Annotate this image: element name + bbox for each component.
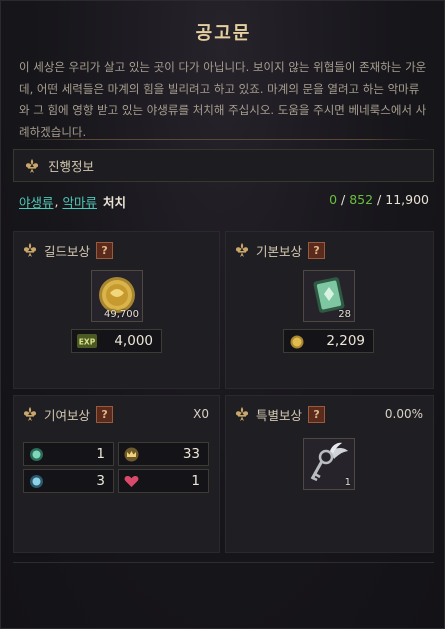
contribution-cell: 33 xyxy=(118,442,209,466)
guild-reward-label: 길드보상 xyxy=(44,243,91,259)
special-item-quantity: 1 xyxy=(344,477,351,488)
special-reward-item-slot[interactable]: 1 xyxy=(303,438,355,490)
kill-count: 0 / 852 / 11,900 xyxy=(329,192,429,207)
basic-reward-help-button[interactable]: ? xyxy=(308,241,326,259)
blue-orb-icon xyxy=(30,475,43,488)
special-reward-panel: 특별보상 ? 0.00% 1 xyxy=(225,395,434,553)
contribution-reward-panel: 기여보상 ? X0 1 33 3 1 xyxy=(13,395,220,553)
contribution-cell: 3 xyxy=(23,469,114,493)
special-reward-chance: 0.00% xyxy=(384,407,423,421)
guild-reward-item-slot[interactable]: 49,700 xyxy=(91,270,143,322)
contribution-cell: 1 xyxy=(23,442,114,466)
guild-reward-header: 길드보상 ? xyxy=(22,240,114,260)
bottom-divider xyxy=(13,562,434,563)
basic-coin-amount: 2,209 xyxy=(326,333,365,349)
heart-icon xyxy=(124,475,139,487)
fleur-de-lis-icon xyxy=(235,407,249,421)
target-separator: , xyxy=(54,193,59,209)
quest-description: 이 세상은 우리가 살고 있는 곳이 다가 아닙니다. 보이지 않는 위협들이 … xyxy=(19,60,427,139)
contribution-reward-label: 기여보상 xyxy=(44,407,91,423)
objective-verb: 처치 xyxy=(103,194,127,210)
guild-exp-amount: 4,000 xyxy=(114,333,153,349)
basic-item-quantity: 28 xyxy=(338,309,351,320)
contribution-cell-value: 1 xyxy=(191,473,200,489)
special-reward-label: 특별보상 xyxy=(256,407,303,423)
fleur-de-lis-icon xyxy=(235,243,249,257)
quest-notice-window: 공고문 이 세상은 우리가 살고 있는 곳이 다가 아닙니다. 보이지 않는 위… xyxy=(0,0,445,629)
contribution-reward-help-button[interactable]: ? xyxy=(96,405,114,423)
contribution-cell-value: 1 xyxy=(96,446,105,462)
contribution-multiplier: X0 xyxy=(193,407,209,421)
fleur-de-lis-icon xyxy=(25,158,39,173)
objective-line: 야생류 , 악마류 처치 0 / 852 / 11,900 xyxy=(19,192,429,210)
progress-info-header: 진행정보 xyxy=(13,149,434,182)
kill-count-required: 852 xyxy=(349,192,374,207)
basic-reward-item-slot[interactable]: 28 xyxy=(303,270,355,322)
divider xyxy=(19,139,429,140)
basic-reward-panel: 기본보상 ? 28 2,209 xyxy=(225,231,434,389)
contribution-reward-header: 기여보상 ? xyxy=(22,404,114,424)
gold-crown-icon xyxy=(124,447,139,462)
kill-count-slash: / xyxy=(377,192,382,207)
teal-orb-icon xyxy=(30,448,43,461)
exp-icon: EXP xyxy=(77,334,97,348)
guild-item-quantity: 49,700 xyxy=(104,309,139,320)
window-title: 공고문 xyxy=(195,23,252,44)
target-link-demon[interactable]: 악마류 xyxy=(63,192,98,211)
special-reward-help-button[interactable]: ? xyxy=(308,405,326,423)
guild-reward-panel: 길드보상 ? 49,700 EXP 4,000 xyxy=(13,231,220,389)
contribution-cell-value: 33 xyxy=(182,446,200,462)
basic-coin-value: 2,209 xyxy=(283,329,374,353)
basic-reward-label: 기본보상 xyxy=(256,243,303,259)
kill-count-slash: / xyxy=(341,192,346,207)
contribution-cell-value: 3 xyxy=(96,473,105,489)
guild-exp-value: EXP 4,000 xyxy=(71,329,162,353)
target-link-wild[interactable]: 야생류 xyxy=(19,192,54,211)
fleur-de-lis-icon xyxy=(23,243,37,257)
basic-reward-header: 기본보상 ? xyxy=(234,240,326,260)
progress-info-label: 진행정보 xyxy=(48,159,95,174)
special-reward-header: 특별보상 ? xyxy=(234,404,326,424)
guild-reward-help-button[interactable]: ? xyxy=(96,241,114,259)
fleur-de-lis-icon xyxy=(23,407,37,421)
exp-icon-text: EXP xyxy=(79,338,96,347)
contribution-cell: 1 xyxy=(118,469,209,493)
gold-coin-icon xyxy=(290,335,304,349)
kill-count-current: 0 xyxy=(329,192,338,207)
kill-count-total: 11,900 xyxy=(385,192,429,207)
